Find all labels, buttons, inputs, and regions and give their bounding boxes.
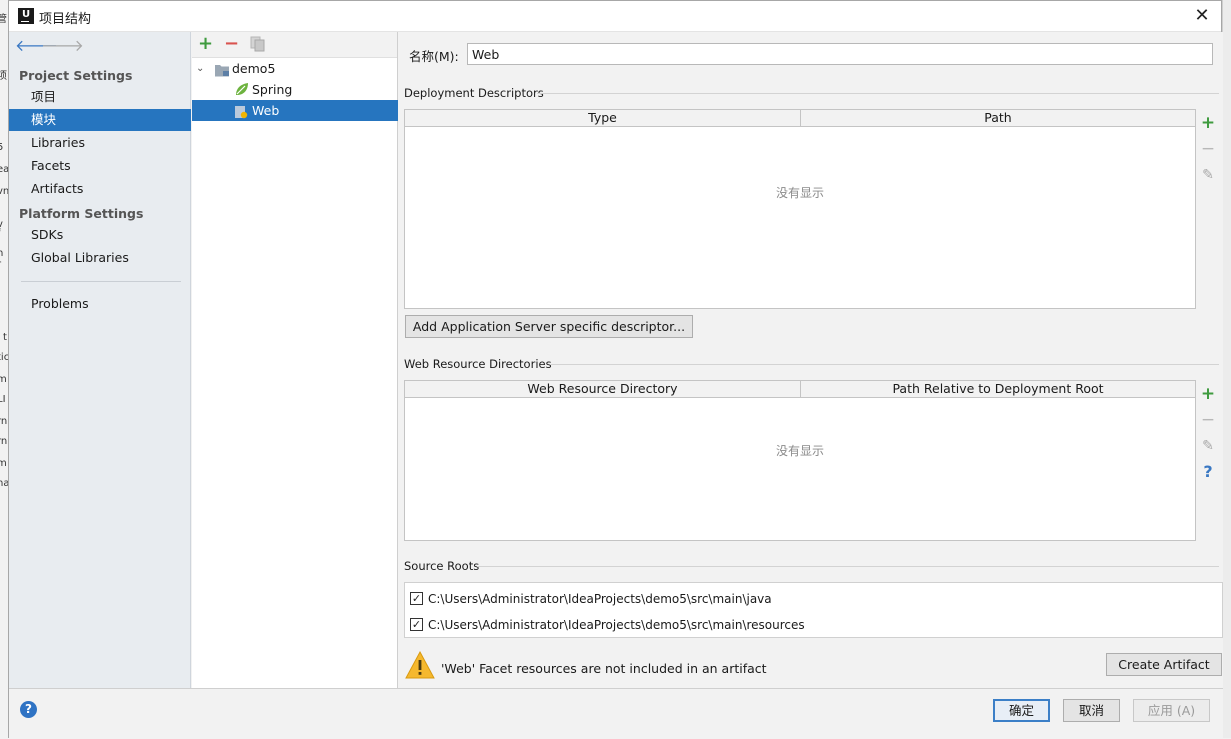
bg-fragment: LI xyxy=(0,394,6,405)
source-root-checkbox[interactable]: ✓ xyxy=(410,618,423,631)
bg-fragment: rn xyxy=(0,416,8,427)
web-facet-settings: 名称(M): Deployment Descriptors Type Path … xyxy=(399,32,1223,688)
bg-fragment: l v xyxy=(0,208,8,230)
ok-button[interactable]: 确定 xyxy=(993,699,1050,722)
tree-toolbar: + − xyxy=(192,32,397,58)
sidebar-item-facets[interactable]: Facets xyxy=(9,155,191,177)
bg-fragment: l t xyxy=(0,332,7,343)
group-divider xyxy=(477,566,1219,567)
sidebar-item-artifacts[interactable]: Artifacts xyxy=(9,178,191,200)
sidebar-item-global-libraries[interactable]: Global Libraries xyxy=(9,247,191,269)
sidebar-item-libraries[interactable]: Libraries xyxy=(9,132,191,154)
tree-node-label: Web xyxy=(252,103,280,118)
column-header-type[interactable]: Type xyxy=(405,110,800,127)
bg-fragment: vn xyxy=(0,186,8,197)
project-structure-dialog: U 项目结构 ✕ 🡐 🡒 Project Settings 项目 模块 Libr… xyxy=(8,0,1223,739)
sidebar-item-problems[interactable]: Problems xyxy=(9,293,191,315)
chevron-down-icon[interactable]: ⌄ xyxy=(196,58,204,79)
remove-directory-minus-icon[interactable]: − xyxy=(1196,409,1220,431)
group-divider xyxy=(551,364,1219,365)
bg-fragment: ha xyxy=(0,478,8,489)
bg-fragment: 项 xyxy=(0,71,7,82)
group-divider xyxy=(537,93,1219,94)
add-server-descriptor-button[interactable]: Add Application Server specific descript… xyxy=(405,315,693,338)
source-root-path: C:\Users\Administrator\IdeaProjects\demo… xyxy=(428,618,805,632)
dialog-title: 项目结构 xyxy=(39,12,92,27)
intellij-logo-icon: U xyxy=(18,8,34,24)
arrow-left-icon[interactable]: 🡐 xyxy=(15,37,58,55)
edit-descriptor-pencil-icon[interactable]: ✎ xyxy=(1196,164,1220,186)
column-header-web-resource-directory[interactable]: Web Resource Directory xyxy=(405,381,800,398)
source-root-checkbox[interactable]: ✓ xyxy=(410,592,423,605)
bg-fragment: 管 xyxy=(0,14,7,25)
sidebar-divider xyxy=(21,281,181,282)
bg-fragment: 5 xyxy=(0,142,4,153)
apply-button[interactable]: 应用 (A) xyxy=(1133,699,1210,722)
sidebar-item-project[interactable]: 项目 xyxy=(9,86,191,108)
help-question-icon[interactable]: ? xyxy=(1196,461,1220,483)
tree-node-web[interactable]: Web xyxy=(192,100,398,121)
dialog-footer: ? 确定 取消 应用 (A) xyxy=(9,688,1223,739)
bg-fragment: ea xyxy=(0,164,8,175)
deployment-descriptors-title: Deployment Descriptors xyxy=(404,86,544,100)
empty-table-text: 没有显示 xyxy=(775,444,824,458)
bg-fragment: tic xyxy=(0,352,8,363)
source-root-path: C:\Users\Administrator\IdeaProjects\demo… xyxy=(428,592,772,606)
bg-fragment: f xyxy=(0,228,1,239)
module-tree-panel: + − ⌄ demo5 Spring Web xyxy=(192,32,398,688)
cancel-button[interactable]: 取消 xyxy=(1063,699,1120,722)
title-bar: U 项目结构 ✕ xyxy=(9,1,1221,32)
minus-icon[interactable]: − xyxy=(224,35,239,53)
arrow-right-icon[interactable]: 🡒 xyxy=(41,37,84,55)
project-settings-header: Project Settings xyxy=(19,68,133,83)
column-header-path[interactable]: Path xyxy=(800,110,1195,127)
artifact-warning-text: 'Web' Facet resources are not included i… xyxy=(441,661,767,676)
bg-fragment: rn xyxy=(0,436,8,447)
name-field[interactable] xyxy=(467,43,1213,65)
bg-fragment: n r xyxy=(0,248,4,270)
background-window-edge: 管 项 5 ea vn l v f n r l t tic m LI rn rn… xyxy=(0,0,8,738)
table-header: Web Resource Directory Path Relative to … xyxy=(405,381,1195,398)
web-resource-directories-table[interactable]: Web Resource Directory Path Relative to … xyxy=(404,380,1196,541)
close-icon[interactable]: ✕ xyxy=(1191,5,1213,27)
plus-icon[interactable]: + xyxy=(198,35,213,53)
deployment-descriptors-table[interactable]: Type Path 没有显示 xyxy=(404,109,1196,309)
tree-node-spring[interactable]: Spring xyxy=(192,79,398,100)
sidebar-item-sdks[interactable]: SDKs xyxy=(9,224,191,246)
copy-icon[interactable] xyxy=(250,36,266,56)
source-roots-title: Source Roots xyxy=(404,559,480,573)
add-directory-plus-icon[interactable]: + xyxy=(1196,383,1220,405)
platform-settings-header: Platform Settings xyxy=(19,206,144,221)
edit-directory-pencil-icon[interactable]: ✎ xyxy=(1196,435,1220,457)
background-window-edge-right xyxy=(1222,0,1231,738)
column-header-path-relative[interactable]: Path Relative to Deployment Root xyxy=(800,381,1195,398)
warning-triangle-icon xyxy=(404,650,436,680)
empty-table-text: 没有显示 xyxy=(775,186,824,200)
tree-node-demo5[interactable]: ⌄ demo5 xyxy=(192,58,398,79)
table-header: Type Path xyxy=(405,110,1195,127)
create-artifact-button[interactable]: Create Artifact xyxy=(1106,653,1222,676)
sidebar-item-modules[interactable]: 模块 xyxy=(9,109,191,131)
settings-sidebar: 🡐 🡒 Project Settings 项目 模块 Libraries Fac… xyxy=(9,32,191,688)
tree-node-label: Spring xyxy=(252,82,293,97)
tree-node-label: demo5 xyxy=(232,61,276,76)
remove-descriptor-minus-icon[interactable]: − xyxy=(1196,138,1220,160)
web-resource-directories-title: Web Resource Directories xyxy=(404,357,552,371)
web-facet-icon xyxy=(234,104,248,125)
source-roots-list: ✓ C:\Users\Administrator\IdeaProjects\de… xyxy=(404,582,1223,638)
help-icon[interactable]: ? xyxy=(20,701,37,718)
bg-fragment: m xyxy=(0,458,7,469)
bg-fragment: m xyxy=(0,374,7,385)
add-descriptor-plus-icon[interactable]: + xyxy=(1196,112,1220,134)
name-label: 名称(M): xyxy=(409,49,459,64)
